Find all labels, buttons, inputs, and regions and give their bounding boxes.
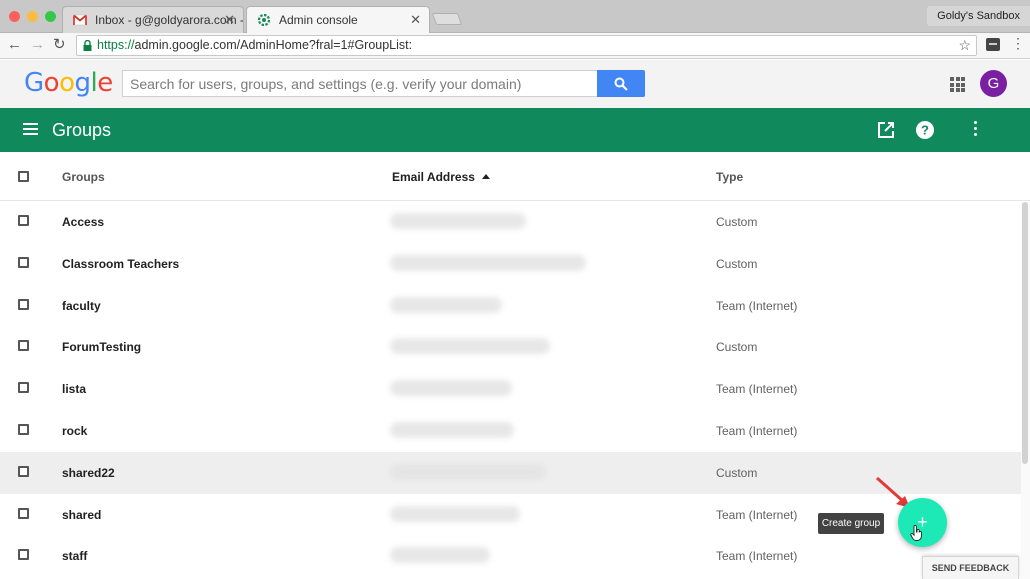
group-type: Team (Internet): [716, 424, 798, 438]
close-tab-icon[interactable]: ✕: [410, 7, 421, 33]
close-tab-icon[interactable]: ✕: [224, 7, 235, 33]
new-tab-button[interactable]: [431, 13, 463, 25]
extension-icon[interactable]: [986, 38, 1000, 51]
redacted-email: [390, 463, 546, 480]
search-icon: [614, 77, 628, 91]
menu-icon[interactable]: [23, 123, 38, 135]
group-type: Custom: [716, 215, 758, 229]
column-header-email[interactable]: Email Address: [392, 170, 490, 184]
redacted-email: [390, 505, 520, 522]
sort-ascending-icon: [481, 174, 490, 179]
reload-icon[interactable]: ↻: [53, 36, 66, 54]
group-name[interactable]: rock: [62, 424, 87, 438]
help-icon[interactable]: ?: [915, 120, 935, 140]
row-checkbox[interactable]: [18, 382, 29, 394]
tab-title: Inbox - g@goldyarora.com - G: [95, 13, 244, 27]
redacted-email: [390, 338, 550, 355]
create-group-tooltip: Create group: [818, 513, 884, 534]
bookmark-star-icon[interactable]: ☆: [958, 36, 971, 55]
column-header-groups[interactable]: Groups: [62, 170, 105, 184]
page-title: Groups: [52, 120, 112, 140]
group-name[interactable]: lista: [62, 382, 86, 396]
open-in-new-icon[interactable]: [876, 120, 896, 140]
group-name[interactable]: faculty: [62, 299, 101, 313]
url-scheme: https://: [97, 38, 135, 52]
row-checkbox[interactable]: [18, 424, 29, 435]
search-input[interactable]: [122, 70, 598, 97]
group-name[interactable]: staff: [62, 549, 87, 563]
window-minimize-button[interactable]: [27, 11, 38, 22]
group-type: Custom: [716, 256, 758, 271]
admin-icon: [257, 13, 271, 27]
admin-header: Google G: [0, 60, 1030, 108]
group-type: Team (Internet): [716, 382, 798, 397]
group-type: Team (Internet): [716, 507, 798, 522]
row-checkbox[interactable]: [18, 465, 29, 477]
browser-menu-icon[interactable]: ⋮: [1011, 35, 1025, 52]
forward-icon[interactable]: →: [30, 36, 45, 54]
window-zoom-button[interactable]: [45, 11, 56, 22]
group-type: Team (Internet): [716, 549, 798, 564]
redacted-email: [390, 254, 586, 271]
group-name[interactable]: shared22: [62, 466, 115, 480]
avatar[interactable]: G: [980, 70, 1007, 97]
hand-cursor-icon: [910, 525, 922, 541]
url-path: admin.google.com/AdminHome?fral=1#GroupL…: [134, 38, 413, 52]
row-checkbox[interactable]: [18, 215, 29, 226]
table-row[interactable]: staff Team (Internet): [0, 535, 1030, 577]
redacted-email: [390, 213, 526, 229]
lock-icon: [83, 40, 92, 51]
column-header-type[interactable]: Type: [716, 170, 743, 184]
row-checkbox[interactable]: [18, 549, 29, 561]
select-all-checkbox[interactable]: [18, 171, 29, 182]
google-logo[interactable]: Google: [24, 66, 113, 100]
table-row[interactable]: lista Team (Internet): [0, 368, 1030, 410]
address-bar[interactable]: https://admin.google.com/AdminHome?fral=…: [76, 35, 977, 56]
apps-grid-icon[interactable]: [950, 77, 965, 92]
search-button[interactable]: [597, 70, 645, 97]
row-checkbox[interactable]: [18, 507, 29, 519]
redacted-email: [390, 296, 502, 313]
table-row[interactable]: faculty Team (Internet): [0, 285, 1030, 327]
browser-toolbar: ← → ↻ https://admin.google.com/AdminHome…: [0, 33, 1030, 59]
more-options-icon[interactable]: [974, 121, 978, 138]
group-name[interactable]: Access: [62, 215, 104, 229]
groups-app-bar: Groups ?: [0, 108, 1030, 152]
row-checkbox[interactable]: [18, 340, 29, 352]
browser-tab-inbox[interactable]: Inbox - g@goldyarora.com - G ✕: [62, 6, 244, 33]
browser-tab-admin-console[interactable]: Admin console ✕: [246, 6, 430, 33]
gmail-icon: [73, 14, 87, 26]
group-name[interactable]: ForumTesting: [62, 340, 141, 354]
table-header: Groups Email Address Type: [0, 152, 1030, 201]
group-type: Custom: [716, 340, 758, 355]
back-icon[interactable]: ←: [7, 36, 22, 54]
table-row[interactable]: Classroom Teachers Custom: [0, 243, 1030, 285]
send-feedback-button[interactable]: SEND FEEDBACK: [922, 556, 1019, 579]
redacted-email: [390, 422, 514, 438]
svg-text:?: ?: [921, 123, 929, 138]
scrollbar-thumb[interactable]: [1022, 202, 1028, 464]
group-type: Team (Internet): [716, 298, 798, 313]
table-row[interactable]: ForumTesting Custom: [0, 326, 1030, 368]
browser-tab-bar: Inbox - g@goldyarora.com - G ✕ Admin con…: [0, 0, 1030, 33]
column-header-email-label: Email Address: [392, 170, 475, 184]
profile-name[interactable]: Goldy's Sandbox: [927, 6, 1030, 26]
tab-title: Admin console: [279, 13, 358, 27]
table-row[interactable]: Access Custom: [0, 201, 1030, 243]
row-checkbox[interactable]: [18, 256, 29, 268]
redacted-email: [390, 380, 512, 397]
row-checkbox[interactable]: [18, 298, 29, 310]
window-close-button[interactable]: [9, 11, 20, 22]
group-name[interactable]: Classroom Teachers: [62, 257, 179, 271]
redacted-email: [390, 547, 490, 564]
group-name[interactable]: shared: [62, 508, 101, 522]
group-type: Custom: [716, 465, 758, 480]
table-row[interactable]: rock Team (Internet): [0, 410, 1030, 452]
